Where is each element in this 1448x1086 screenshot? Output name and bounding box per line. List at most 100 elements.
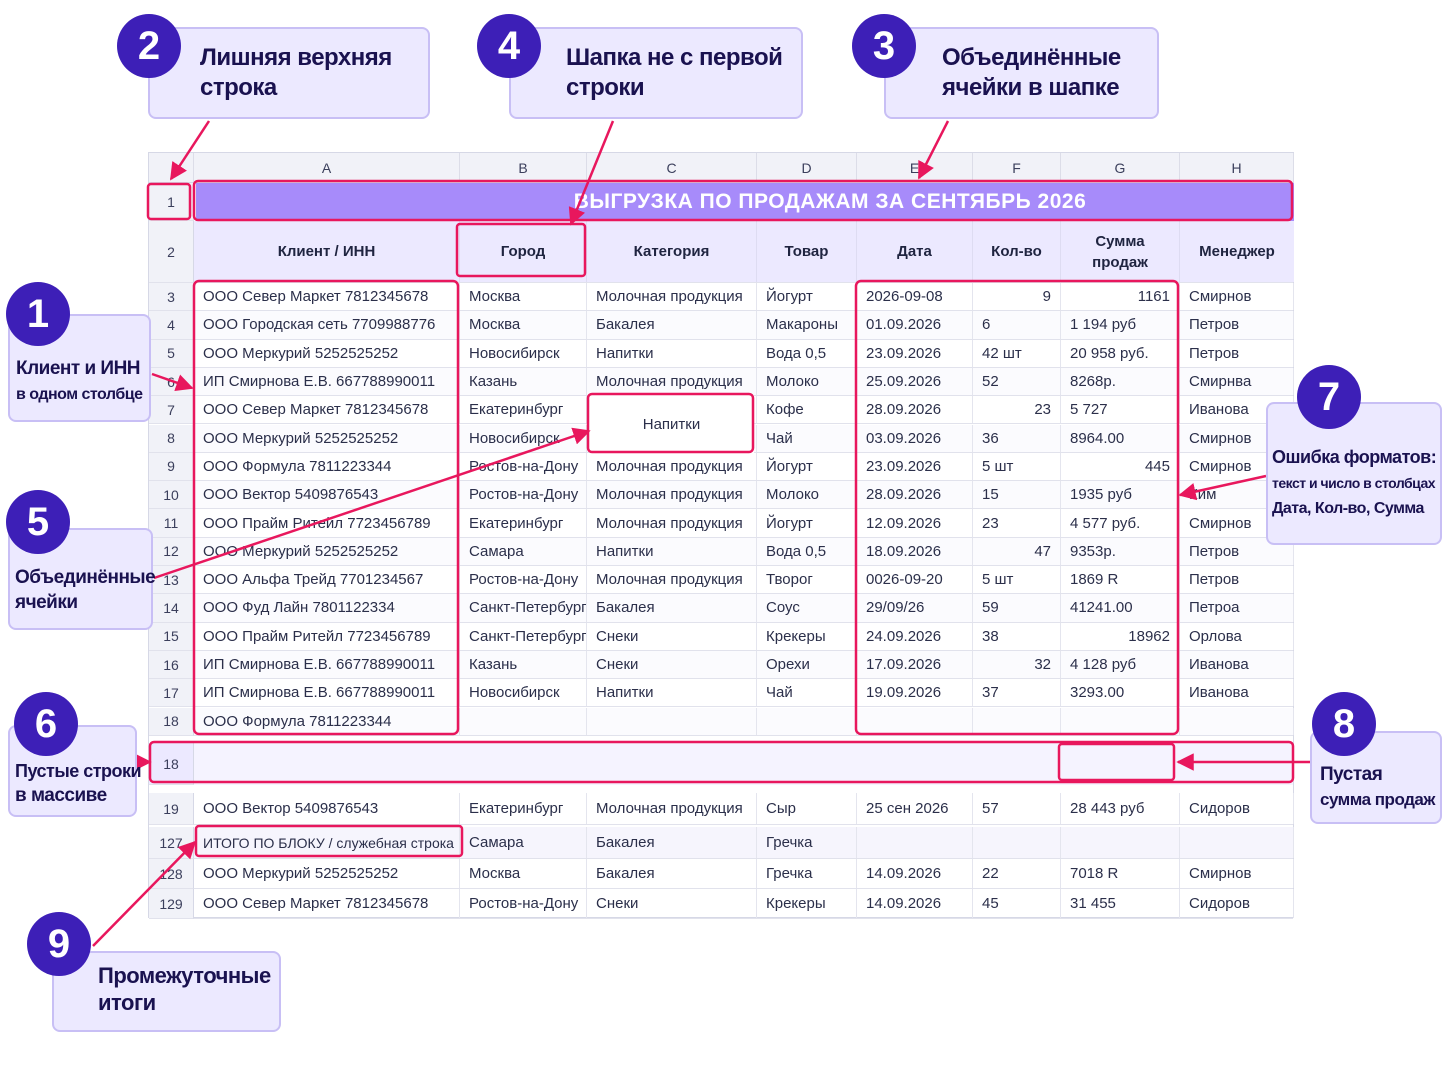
cell-product[interactable]: Крекеры (757, 889, 857, 918)
cell-date[interactable]: 29/09/26 (857, 594, 973, 622)
cell-city[interactable]: Екатеринбург (460, 396, 587, 424)
row-number[interactable]: 7 (149, 396, 194, 425)
row-number[interactable]: 128 (149, 859, 194, 889)
cell-manager[interactable]: Сидоров (1180, 889, 1294, 918)
cell-date[interactable]: 23.09.2026 (857, 452, 973, 481)
cell-manager[interactable]: Смирнов (1180, 283, 1294, 311)
cell-city[interactable]: Ростов-на-Дону (460, 452, 587, 481)
cell-city[interactable]: Самара (460, 827, 587, 858)
cell-sum[interactable]: 41241.00 (1061, 594, 1180, 622)
cell-qty[interactable]: 36 (973, 424, 1061, 452)
cell-product[interactable]: Орехи (757, 650, 857, 679)
cell-client[interactable]: ИП Смирнова Е.В. 667788990011 (194, 650, 460, 679)
cell-category[interactable] (587, 707, 757, 735)
cell-category[interactable]: Бакалея (587, 311, 757, 339)
cell-sum[interactable]: 8964.00 (1061, 424, 1180, 452)
cell-manager[interactable]: Смирнов (1180, 859, 1294, 888)
cell-category[interactable]: Бакалея (587, 827, 757, 858)
cell-sum[interactable]: 31 455 (1061, 889, 1180, 918)
cell-sum[interactable] (1061, 827, 1180, 858)
cell-category[interactable]: Бакалея (587, 594, 757, 622)
cell-date[interactable]: 24.09.2026 (857, 622, 973, 650)
cell-product[interactable] (757, 707, 857, 735)
cell-client[interactable]: ООО Фуд Лайн 7801122334 (194, 594, 460, 622)
cell-qty[interactable]: 32 (973, 650, 1061, 679)
cell-client[interactable]: ООО Формула 7811223344 (194, 452, 460, 481)
cell-date[interactable]: 2026-09-08 (857, 283, 973, 311)
cell-category[interactable]: Напитки (587, 537, 757, 565)
cell-client[interactable]: ООО Вектор 5409876543 (194, 793, 460, 824)
cell-manager[interactable]: Иванова (1180, 679, 1294, 707)
cell-category[interactable]: Напитки (587, 339, 757, 367)
cell-qty[interactable] (973, 707, 1061, 735)
cell-date[interactable]: 28.09.2026 (857, 481, 973, 509)
column-header-0[interactable]: A (194, 153, 460, 183)
row-number[interactable]: 18 (149, 707, 194, 736)
cell-sum[interactable]: 1935 руб (1061, 481, 1180, 509)
cell-client[interactable]: ООО Прайм Ритейл 7723456789 (194, 622, 460, 650)
cell-city[interactable]: Москва (460, 859, 587, 888)
cell-category[interactable]: Молочная продукция (587, 367, 757, 396)
cell-city[interactable]: Ростов-на-Дону (460, 566, 587, 594)
cell-product[interactable]: Йогурт (757, 283, 857, 311)
cell-client[interactable]: ООО Городская сеть 7709988776 (194, 311, 460, 339)
cell-client[interactable]: ООО Вектор 5409876543 (194, 481, 460, 509)
cell-client[interactable]: ООО Меркурий 5252525252 (194, 537, 460, 565)
cell-date[interactable]: 14.09.2026 (857, 889, 973, 918)
cell-category[interactable]: Молочная продукция (587, 452, 757, 481)
row-number[interactable]: 6 (149, 367, 194, 397)
cell-manager[interactable]: Петров (1180, 566, 1294, 594)
cell-sum[interactable] (1061, 707, 1180, 735)
cell-qty[interactable]: 42 шт (973, 339, 1061, 367)
cell-sum[interactable]: 8268р. (1061, 367, 1180, 396)
cell-product[interactable]: Соус (757, 594, 857, 622)
cell-qty[interactable]: 52 (973, 367, 1061, 396)
cell-date[interactable]: 25.09.2026 (857, 367, 973, 396)
cell-city[interactable]: Москва (460, 283, 587, 311)
row-number[interactable]: 10 (149, 481, 194, 510)
cell-date[interactable]: 0026-09-20 (857, 566, 973, 594)
cell-qty[interactable]: 6 (973, 311, 1061, 339)
cell-client[interactable]: ООО Прайм Ритейл 7723456789 (194, 509, 460, 537)
cell-date[interactable]: 28.09.2026 (857, 396, 973, 424)
cell-city[interactable]: Ростов-на-Дону (460, 481, 587, 509)
column-header-1[interactable]: B (460, 153, 587, 183)
cell-date[interactable]: 19.09.2026 (857, 679, 973, 707)
cell-sum[interactable]: 7018 R (1061, 859, 1180, 888)
cell-qty[interactable]: 15 (973, 481, 1061, 509)
cell-category[interactable]: Снеки (587, 650, 757, 679)
cell-sum[interactable]: 5 727 (1061, 396, 1180, 424)
cell-city[interactable]: Казань (460, 650, 587, 679)
cell-date[interactable]: 23.09.2026 (857, 339, 973, 367)
cell-client[interactable]: ООО Меркурий 5252525252 (194, 859, 460, 888)
column-header-4[interactable]: E (857, 153, 973, 183)
cell-qty[interactable]: 23 (973, 509, 1061, 537)
cell-qty[interactable]: 5 шт (973, 566, 1061, 594)
cell-city[interactable]: Ростов-на-Дону (460, 889, 587, 918)
cell-category[interactable]: Молочная продукция (587, 481, 757, 509)
cell-qty[interactable]: 22 (973, 859, 1061, 888)
cell-sum[interactable]: 1 194 руб (1061, 311, 1180, 339)
cell-qty[interactable]: 45 (973, 889, 1061, 918)
cell-client[interactable]: ООО Альфа Трейд 7701234567 (194, 566, 460, 594)
column-header-3[interactable]: D (757, 153, 857, 183)
cell-city[interactable]: Санкт-Петербург (460, 594, 587, 622)
row-number[interactable]: 3 (149, 283, 194, 312)
row-number[interactable]: 16 (149, 650, 194, 680)
cell-sum[interactable]: 4 577 руб. (1061, 509, 1180, 537)
cell-product[interactable]: Творог (757, 566, 857, 594)
cell-qty[interactable]: 57 (973, 793, 1061, 824)
cell-category[interactable]: Молочная продукция (587, 793, 757, 824)
cell-city[interactable]: Новосибирск (460, 424, 587, 452)
cell-product[interactable]: Крекеры (757, 622, 857, 650)
cell-date[interactable]: 18.09.2026 (857, 537, 973, 565)
cell-manager[interactable]: Петров (1180, 339, 1294, 367)
cell-client[interactable]: ИП Смирнова Е.В. 667788990011 (194, 679, 460, 707)
cell-sum[interactable]: 3293.00 (1061, 679, 1180, 707)
cell-product[interactable]: Гречка (757, 827, 857, 858)
cell-product[interactable]: Сыр (757, 793, 857, 824)
cell-city[interactable]: Самара (460, 537, 587, 565)
cell-qty[interactable]: 38 (973, 622, 1061, 650)
row-number[interactable]: 11 (149, 509, 194, 538)
cell-sum[interactable]: 1869 R (1061, 566, 1180, 594)
